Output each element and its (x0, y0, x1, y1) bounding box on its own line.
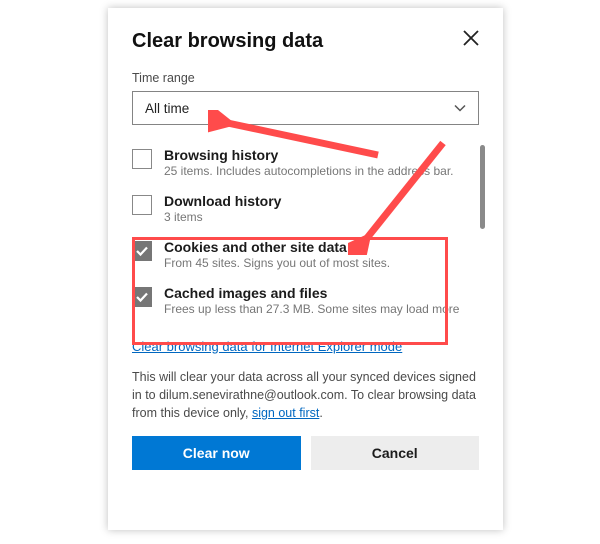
clear-now-button[interactable]: Clear now (132, 436, 301, 470)
chevron-down-icon (454, 102, 466, 114)
time-range-select[interactable]: All time (132, 91, 479, 125)
option-desc: 25 items. Includes autocompletions in th… (164, 164, 454, 179)
checkbox[interactable] (132, 195, 152, 215)
dialog-title: Clear browsing data (132, 30, 323, 53)
ie-mode-link[interactable]: Clear browsing data for Internet Explore… (132, 339, 402, 354)
options-list: Browsing history25 items. Includes autoc… (132, 141, 479, 325)
clear-browsing-data-dialog: Clear browsing data Time range All time … (108, 8, 503, 530)
option-desc: Frees up less than 27.3 MB. Some sites m… (164, 302, 459, 317)
sign-out-link[interactable]: sign out first (252, 406, 319, 420)
sync-info-text: This will clear your data across all you… (132, 368, 479, 422)
option-label: Download history (164, 193, 281, 209)
time-range-label: Time range (132, 71, 479, 85)
close-icon[interactable] (463, 30, 479, 46)
option-cookies-and-other-site-data: Cookies and other site dataFrom 45 sites… (132, 233, 479, 279)
checkbox[interactable] (132, 149, 152, 169)
option-label: Cached images and files (164, 285, 459, 301)
option-desc: From 45 sites. Signs you out of most sit… (164, 256, 390, 271)
scrollbar-thumb[interactable] (480, 145, 485, 229)
time-range-value: All time (145, 101, 189, 116)
option-download-history: Download history3 items (132, 187, 479, 233)
option-label: Cookies and other site data (164, 239, 390, 255)
option-label: Browsing history (164, 147, 454, 163)
option-cached-images-and-files: Cached images and filesFrees up less tha… (132, 279, 479, 325)
option-desc: 3 items (164, 210, 281, 225)
checkbox[interactable] (132, 241, 152, 261)
option-browsing-history: Browsing history25 items. Includes autoc… (132, 141, 479, 187)
cancel-button[interactable]: Cancel (311, 436, 480, 470)
checkbox[interactable] (132, 287, 152, 307)
